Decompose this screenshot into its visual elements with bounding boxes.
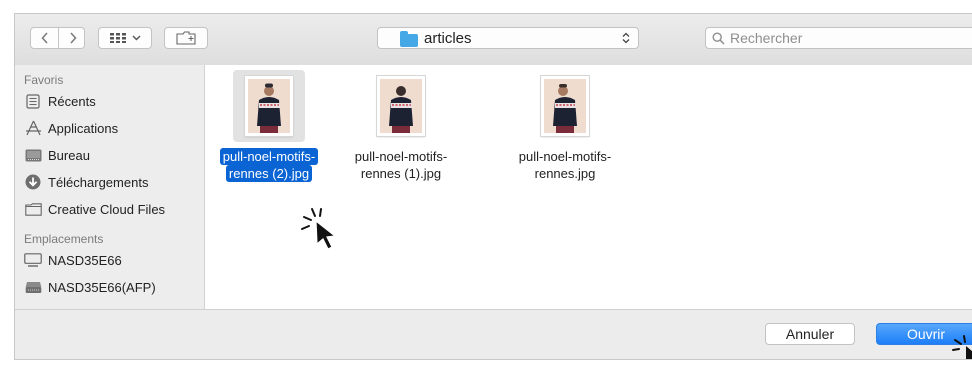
location-label: articles [424,30,472,47]
sidebar-item-label: Récents [48,93,96,109]
search-placeholder: Rechercher [730,30,803,46]
sidebar-item-label: Applications [48,120,119,136]
sidebar-item-desktop[interactable]: Bureau [24,144,90,166]
sidebar-item-label: NASD35E66 [48,252,122,268]
open-file-dialog: articles Rechercher Favoris Récents Appl… [14,13,972,360]
sidebar-item-applications[interactable]: Applications [24,117,118,139]
chevron-right-icon [69,32,77,44]
applications-icon [24,120,42,136]
sidebar-item-nasd35e66-afp[interactable]: NASD35E66(AFP) [24,276,156,298]
sidebar-item-label: NASD35E66(AFP) [48,279,156,295]
image-thumbnail [245,76,293,136]
thumbnail-frame [365,70,437,142]
click-cursor-icon [301,208,337,250]
sidebar: Favoris Récents Applications Bureau Télé… [15,65,205,309]
sidebar-item-label: Creative Cloud Files [48,201,166,217]
thumbnail-selection [233,70,305,142]
view-options-button[interactable] [98,27,152,49]
grid-view-icon [109,33,126,43]
sidebar-item-downloads[interactable]: Téléchargements [24,171,148,193]
click-cursor-icon [952,335,972,359]
file-name-line2: rennes.jpg [534,166,596,181]
sidebar-item-creative-cloud[interactable]: Creative Cloud Files [24,198,165,220]
recents-icon [24,93,42,109]
sidebar-item-recents[interactable]: Récents [24,90,96,112]
chevron-down-icon [132,35,140,41]
file-browser: pull-noel-motifs- rennes (2).jpg pull-no… [205,65,972,309]
file-name-line2: rennes (2).jpg [225,165,313,182]
favorites-heading: Favoris [24,73,64,87]
location-popup[interactable]: articles [377,27,639,49]
thumbnail-frame [529,70,601,142]
sidebar-item-label: Bureau [48,147,90,163]
file-item-selected[interactable]: pull-noel-motifs- rennes (2).jpg [204,70,334,182]
image-thumbnail [541,76,589,136]
chevron-left-icon [40,32,48,44]
image-thumbnail [377,76,425,136]
folder-icon [400,31,418,47]
back-button[interactable] [31,28,58,48]
file-item[interactable]: pull-noel-motifs- rennes.jpg [500,70,630,182]
sidebar-item-nasd35e66[interactable]: NASD35E66 [24,249,122,271]
forward-button[interactable] [59,28,86,48]
locations-heading: Emplacements [24,232,104,246]
button-bar: Annuler Ouvrir [15,309,972,359]
desktop-icon [24,147,42,163]
up-down-chevron-icon [622,32,630,44]
downloads-icon [24,174,42,190]
network-drive-icon [24,279,42,295]
new-folder-icon [176,31,196,45]
toolbar: articles Rechercher [15,14,972,66]
file-name-line2: rennes (1).jpg [360,166,442,181]
cancel-button[interactable]: Annuler [765,323,855,345]
search-field[interactable]: Rechercher [705,27,972,49]
display-icon [24,252,42,268]
folder-icon [24,201,42,217]
file-item[interactable]: pull-noel-motifs- rennes (1).jpg [336,70,466,182]
navigation-buttons [30,27,85,49]
new-folder-button[interactable] [164,27,208,49]
sidebar-item-label: Téléchargements [48,174,149,190]
search-icon [712,31,725,45]
